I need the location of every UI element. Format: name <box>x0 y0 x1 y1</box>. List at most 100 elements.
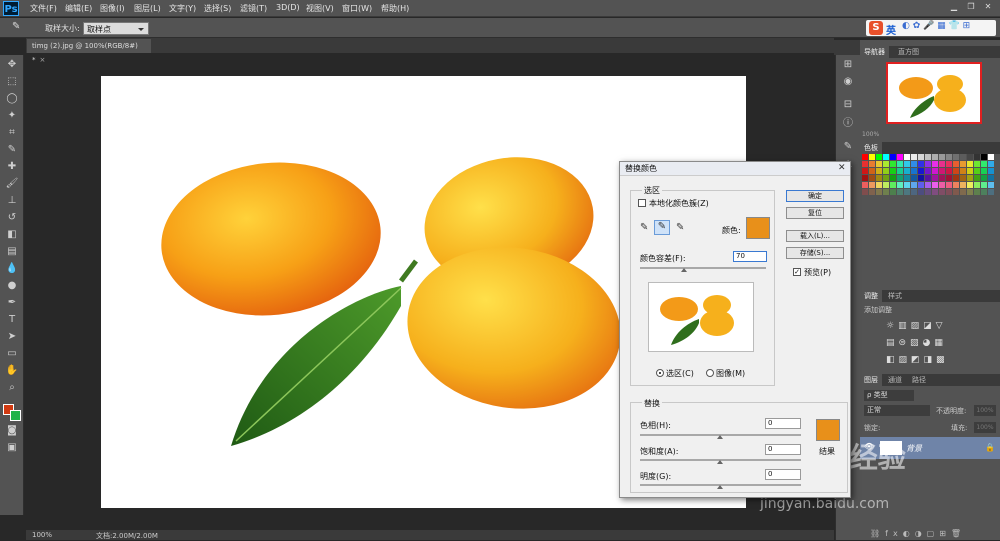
swatch[interactable] <box>897 168 903 174</box>
swatch[interactable] <box>904 182 910 188</box>
swatch[interactable] <box>974 154 980 160</box>
radio-selection-label[interactable]: 选区(C) <box>666 368 694 379</box>
swatch[interactable] <box>876 189 882 195</box>
layer-kind-filter[interactable]: ρ 类型 <box>864 390 914 401</box>
swatch[interactable] <box>988 189 994 195</box>
tab-navigator[interactable]: 导航器 <box>860 46 889 58</box>
swatch[interactable] <box>897 182 903 188</box>
swatch[interactable] <box>883 189 889 195</box>
swatch[interactable] <box>904 161 910 167</box>
swatch[interactable] <box>862 168 868 174</box>
swatch[interactable] <box>988 175 994 181</box>
reset-button[interactable]: 复位 <box>786 207 844 219</box>
swatch[interactable] <box>925 182 931 188</box>
pen-tool-icon[interactable]: ✒ <box>4 296 20 310</box>
tab-layers[interactable]: 图层 <box>860 374 882 386</box>
swatch[interactable] <box>918 154 924 160</box>
blur-tool-icon[interactable]: 💧 <box>4 262 20 276</box>
tab-paths[interactable]: 路径 <box>908 374 930 386</box>
swatches-grid[interactable] <box>862 154 996 206</box>
swatch[interactable] <box>890 175 896 181</box>
saturation-thumb[interactable] <box>717 460 723 464</box>
zoom-tool-icon[interactable]: ⌕ <box>4 381 20 395</box>
localized-clusters-label[interactable]: 本地化颜色簇(Z) <box>649 198 709 209</box>
swatch[interactable] <box>890 168 896 174</box>
hue-thumb[interactable] <box>717 435 723 439</box>
swatch[interactable] <box>869 175 875 181</box>
swatch[interactable] <box>974 175 980 181</box>
tab-histogram[interactable]: 直方图 <box>894 46 923 58</box>
actions-icon[interactable]: ◉ <box>840 75 856 89</box>
history-icon[interactable]: ⊞ <box>840 58 856 72</box>
navigator-thumbnail[interactable] <box>886 62 982 124</box>
tab-close-icon[interactable]: × <box>40 56 46 64</box>
swatch[interactable] <box>939 182 945 188</box>
swatch[interactable] <box>890 189 896 195</box>
swatch[interactable] <box>939 189 945 195</box>
swatch[interactable] <box>904 175 910 181</box>
saturation-input[interactable]: 0 <box>765 444 801 455</box>
swatch[interactable] <box>974 161 980 167</box>
swatch[interactable] <box>946 154 952 160</box>
menu-help[interactable]: 帮助(H) <box>381 3 409 14</box>
swatch[interactable] <box>932 182 938 188</box>
swatch[interactable] <box>925 154 931 160</box>
swatch[interactable] <box>932 175 938 181</box>
swatch[interactable] <box>953 175 959 181</box>
swatch[interactable] <box>974 182 980 188</box>
move-tool-icon[interactable]: ✥ <box>4 58 20 72</box>
swatch[interactable] <box>981 154 987 160</box>
lightness-input[interactable]: 0 <box>765 469 801 480</box>
menu-type[interactable]: 文字(Y) <box>169 3 196 14</box>
swatch[interactable] <box>953 168 959 174</box>
swatch[interactable] <box>967 175 973 181</box>
swatch[interactable] <box>946 182 952 188</box>
tab-swatches[interactable]: 色板 <box>860 142 882 154</box>
swatch[interactable] <box>967 168 973 174</box>
swatch[interactable] <box>883 168 889 174</box>
result-color-swatch[interactable] <box>816 419 840 441</box>
swatch[interactable] <box>932 161 938 167</box>
menu-window[interactable]: 窗口(W) <box>342 3 372 14</box>
swatch[interactable] <box>925 175 931 181</box>
swatch[interactable] <box>897 175 903 181</box>
tab-styles[interactable]: 样式 <box>884 290 906 302</box>
swatch[interactable] <box>967 154 973 160</box>
swatch[interactable] <box>946 161 952 167</box>
swatch[interactable] <box>988 182 994 188</box>
swatch[interactable] <box>883 175 889 181</box>
close-icon[interactable]: ✕ <box>982 2 994 12</box>
path-select-icon[interactable]: ➤ <box>4 330 20 344</box>
swatch[interactable] <box>960 182 966 188</box>
swatch[interactable] <box>981 182 987 188</box>
swatch[interactable] <box>897 189 903 195</box>
swatch[interactable] <box>939 175 945 181</box>
brush-tool-icon[interactable]: 🖌 <box>4 177 20 191</box>
ime-icons[interactable]: ◐ ✿ 🎤 ▦ 👕 ⊞ <box>902 21 970 31</box>
swatch[interactable] <box>862 175 868 181</box>
swatch[interactable] <box>883 161 889 167</box>
swatch[interactable] <box>904 189 910 195</box>
stamp-tool-icon[interactable]: ⊥ <box>4 194 20 208</box>
adjustment-icons[interactable]: ☼▥▨◪▽ ▤⊜▧◕▦ ◧▨◩◨▩ <box>886 318 966 369</box>
swatch[interactable] <box>967 189 973 195</box>
swatch[interactable] <box>911 154 917 160</box>
swatch[interactable] <box>862 189 868 195</box>
menu-image[interactable]: 图像(I) <box>100 3 125 14</box>
swatch[interactable] <box>911 189 917 195</box>
swatch[interactable] <box>988 154 994 160</box>
eyedropper-subtract-icon[interactable]: ✎ <box>676 222 684 233</box>
swatch[interactable] <box>960 168 966 174</box>
history-brush-icon[interactable]: ↺ <box>4 211 20 225</box>
eyedropper-tool-icon[interactable]: ✎ <box>4 143 20 157</box>
background-color[interactable] <box>10 410 21 421</box>
radio-selection[interactable] <box>656 369 664 377</box>
ok-button[interactable]: 确定 <box>786 190 844 202</box>
dialog-close-icon[interactable]: ✕ <box>838 163 846 173</box>
swatch[interactable] <box>911 175 917 181</box>
type-tool-icon[interactable]: T <box>4 313 20 327</box>
shape-tool-icon[interactable]: ▭ <box>4 347 20 361</box>
swatch[interactable] <box>981 189 987 195</box>
swatch[interactable] <box>925 168 931 174</box>
swatch[interactable] <box>946 189 952 195</box>
